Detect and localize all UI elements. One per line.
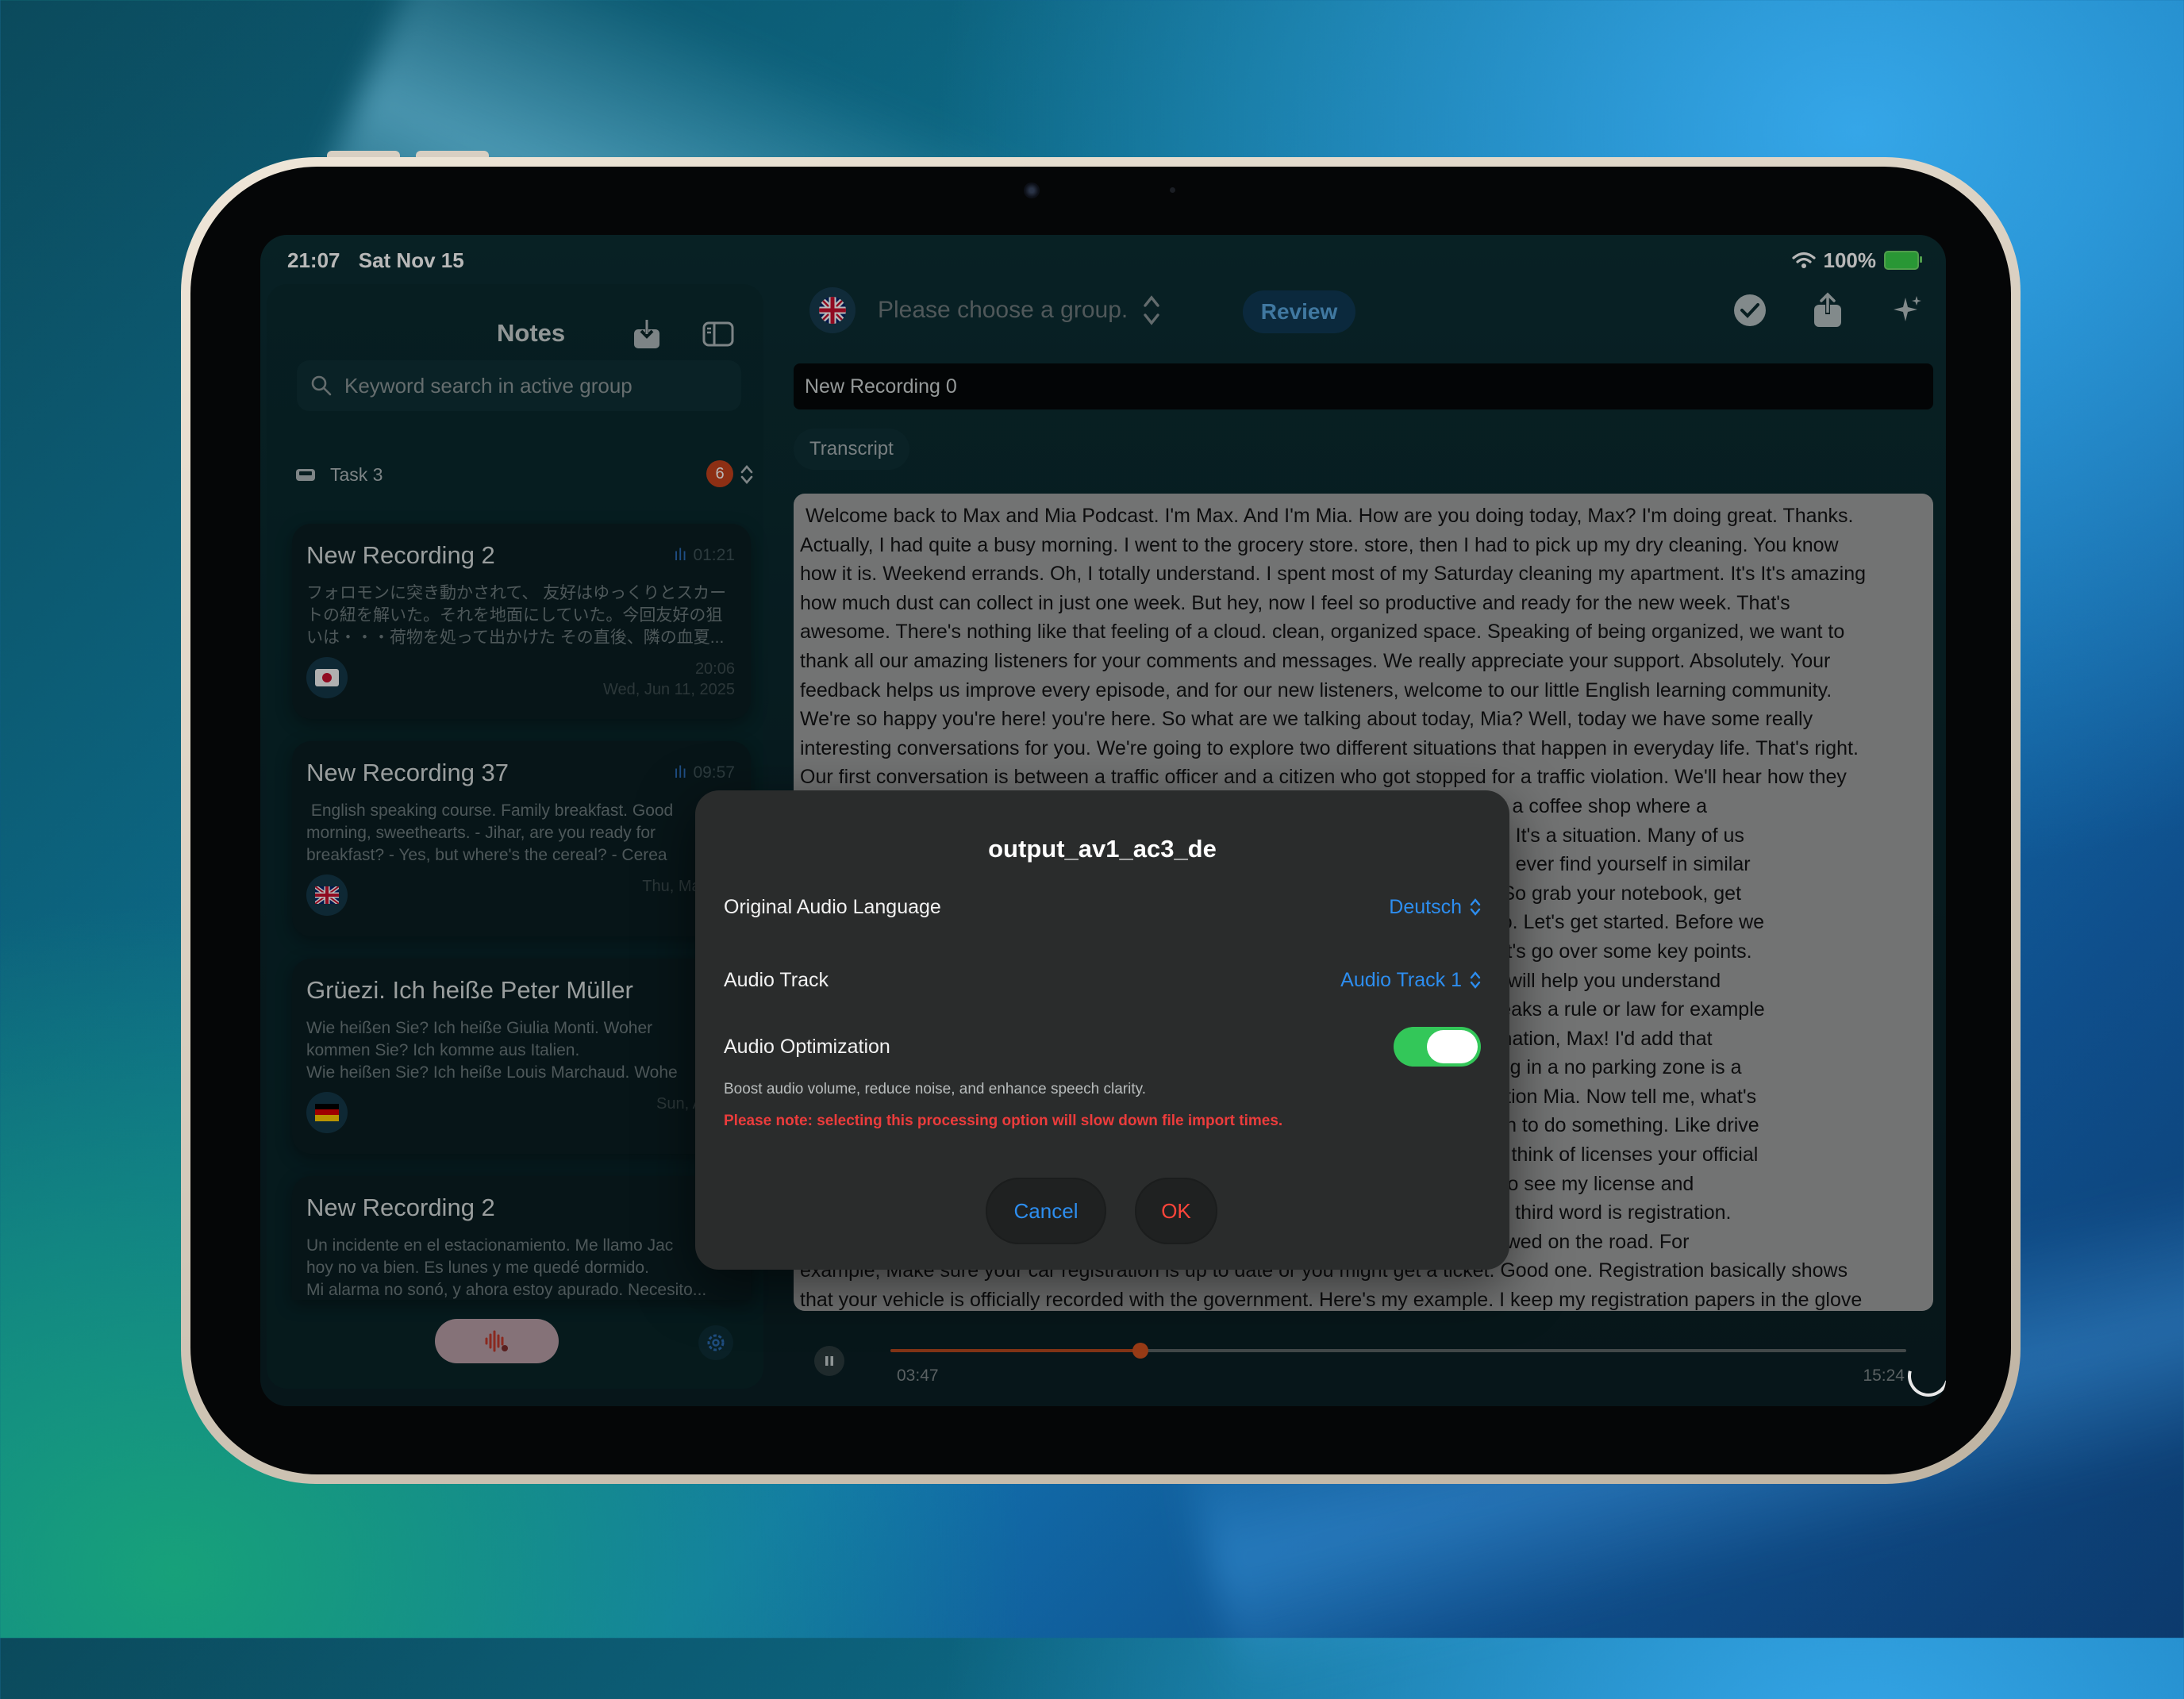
import-audio-dialog: output_av1_ac3_de Original Audio Languag… <box>695 790 1509 1270</box>
chevron-updown-icon <box>1470 971 1481 989</box>
audio-track-row: Audio Track Audio Track 1 <box>724 960 1481 1000</box>
cancel-button[interactable]: Cancel <box>986 1178 1106 1244</box>
optimization-warning: Please note: selecting this processing o… <box>724 1113 1283 1129</box>
audio-track-select[interactable]: Audio Track 1 <box>1340 969 1481 992</box>
audio-track-value: Audio Track 1 <box>1340 968 1462 991</box>
optimization-toggle[interactable] <box>1394 1027 1481 1067</box>
chevron-updown-icon <box>1470 898 1481 916</box>
language-value: Deutsch <box>1389 895 1462 918</box>
ambient-sensor <box>1170 187 1175 193</box>
optimization-label: Audio Optimization <box>724 1035 890 1058</box>
audio-track-label: Audio Track <box>724 968 829 991</box>
language-label: Original Audio Language <box>724 895 941 918</box>
dialog-title: output_av1_ac3_de <box>988 835 1217 863</box>
ok-button[interactable]: OK <box>1135 1178 1217 1244</box>
toggle-thumb <box>1427 1030 1478 1063</box>
language-select[interactable]: Deutsch <box>1389 896 1481 919</box>
language-row: Original Audio Language Deutsch <box>724 887 1481 927</box>
optimization-row: Audio Optimization <box>724 1027 1481 1067</box>
optimization-hint: Boost audio volume, reduce noise, and en… <box>724 1081 1146 1097</box>
front-camera <box>1024 183 1040 198</box>
